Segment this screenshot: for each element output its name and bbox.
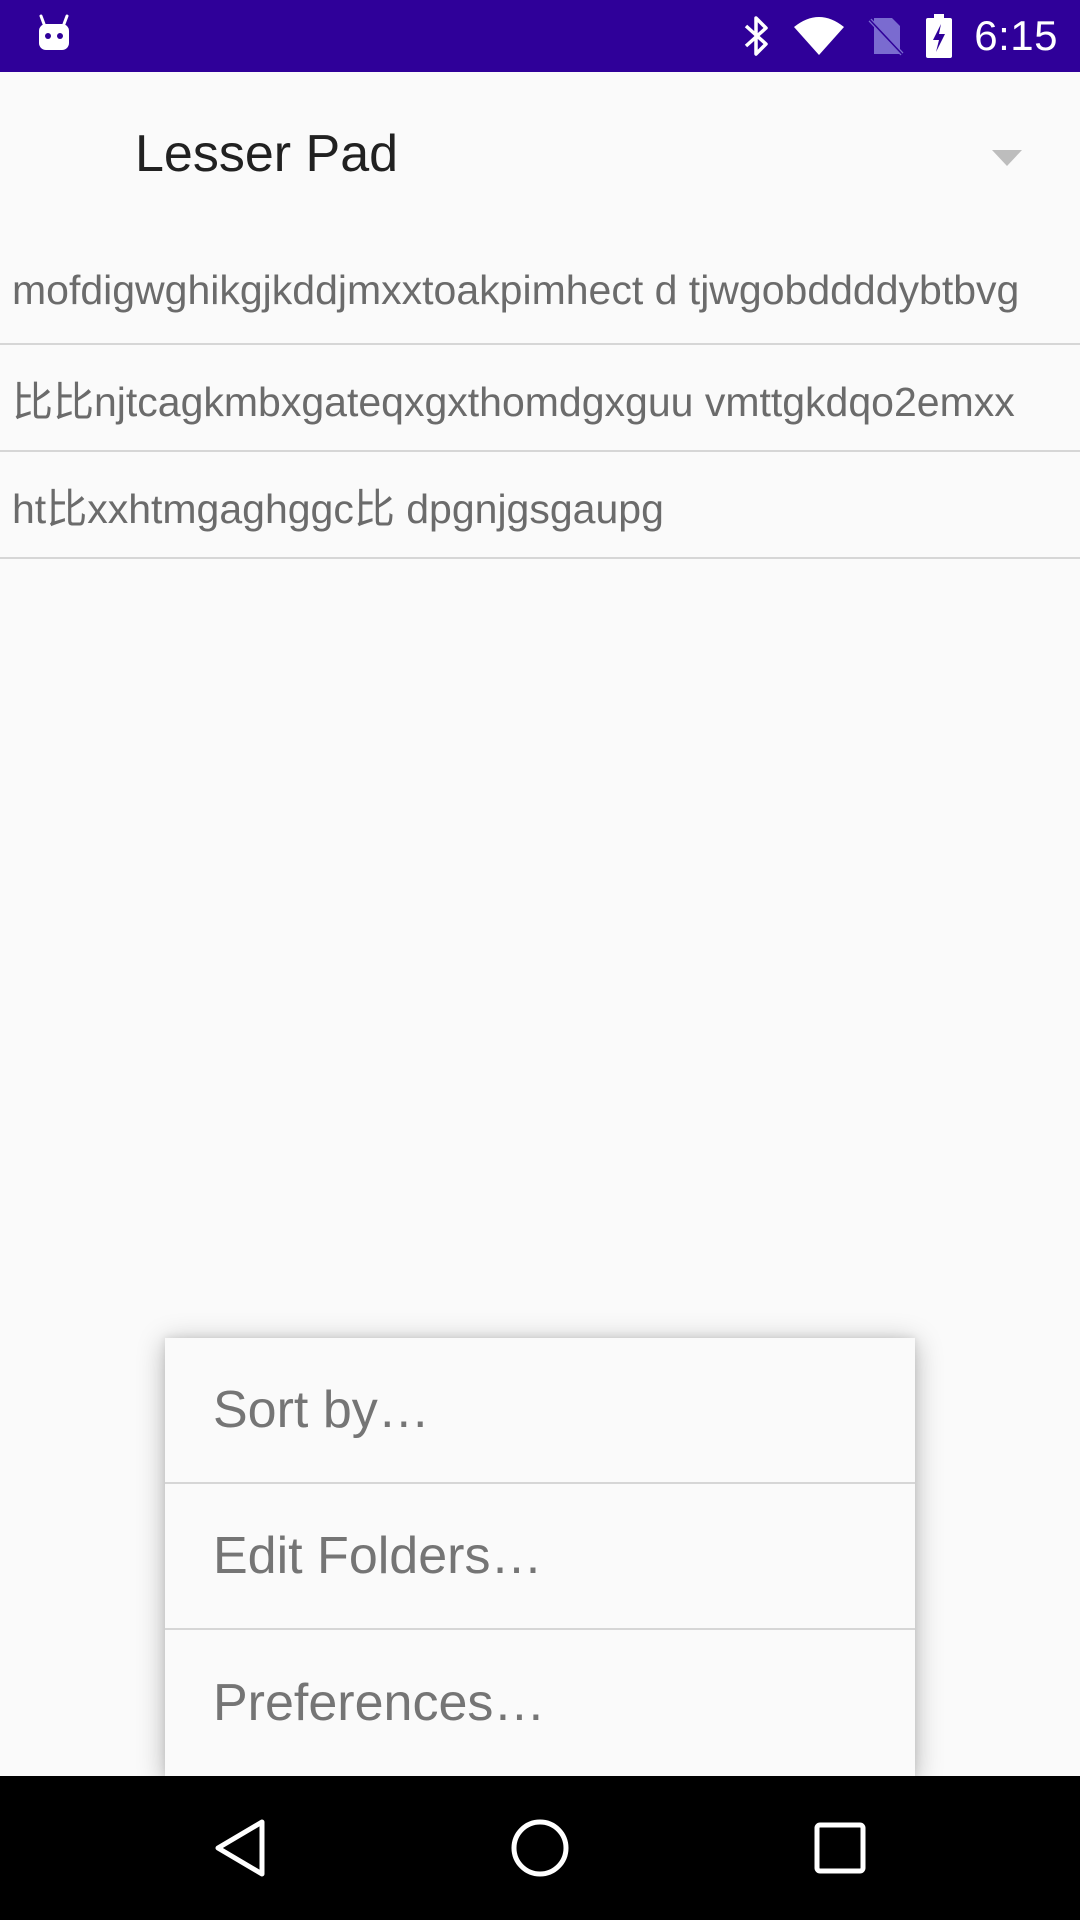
clock: 6:15 xyxy=(974,12,1058,59)
debug-app-icon xyxy=(39,14,69,50)
navigation-bar xyxy=(0,1776,1080,1920)
folder-spinner[interactable]: Lesser Pad xyxy=(0,72,1080,242)
recents-icon xyxy=(814,1822,866,1874)
note-item[interactable]: mofdigwghikgjkddjmxxtoakpimhect d tjwgob… xyxy=(0,238,1080,345)
wifi-icon xyxy=(794,17,845,55)
back-icon xyxy=(215,1819,265,1877)
menu-item-preferences[interactable]: Preferences… xyxy=(165,1630,915,1776)
note-item[interactable]: ht比xxhtmgaghggc比 dpgnjgsgaupg xyxy=(0,452,1080,559)
menu-item-label: Edit Folders… xyxy=(213,1527,543,1585)
bluetooth-icon xyxy=(745,16,768,56)
options-menu: Sort by… Edit Folders… Preferences… xyxy=(165,1338,915,1778)
folder-title: Lesser Pad xyxy=(135,125,399,183)
back-button[interactable] xyxy=(160,1776,320,1920)
menu-item-label: Sort by… xyxy=(213,1381,430,1439)
no-sim-icon xyxy=(868,18,904,56)
triangle-down-icon xyxy=(992,150,1022,166)
note-title: 比比njtcagkmbxgateqxgxthomdgxguu vmttgkdqo… xyxy=(12,378,1015,425)
status-bar: 6:15 xyxy=(0,0,1080,72)
notes-list: mofdigwghikgjkddjmxxtoakpimhect d tjwgob… xyxy=(0,238,1080,559)
note-item[interactable]: 比比njtcagkmbxgateqxgxthomdgxguu vmttgkdqo… xyxy=(0,345,1080,452)
app-bar: Lesser Pad xyxy=(0,72,1080,242)
menu-item-sort-by[interactable]: Sort by… xyxy=(165,1338,915,1484)
recents-button[interactable] xyxy=(760,1776,920,1920)
note-title: ht比xxhtmgaghggc比 dpgnjgsgaupg xyxy=(12,485,664,532)
home-button[interactable] xyxy=(460,1776,620,1920)
battery-charging-icon xyxy=(926,14,953,58)
home-icon xyxy=(511,1819,569,1877)
status-icons: 6:15 xyxy=(742,0,1058,72)
menu-item-label: Preferences… xyxy=(213,1674,546,1732)
note-title: mofdigwghikgjkddjmxxtoakpimhect d tjwgob… xyxy=(12,267,1020,313)
menu-item-edit-folders[interactable]: Edit Folders… xyxy=(165,1484,915,1630)
